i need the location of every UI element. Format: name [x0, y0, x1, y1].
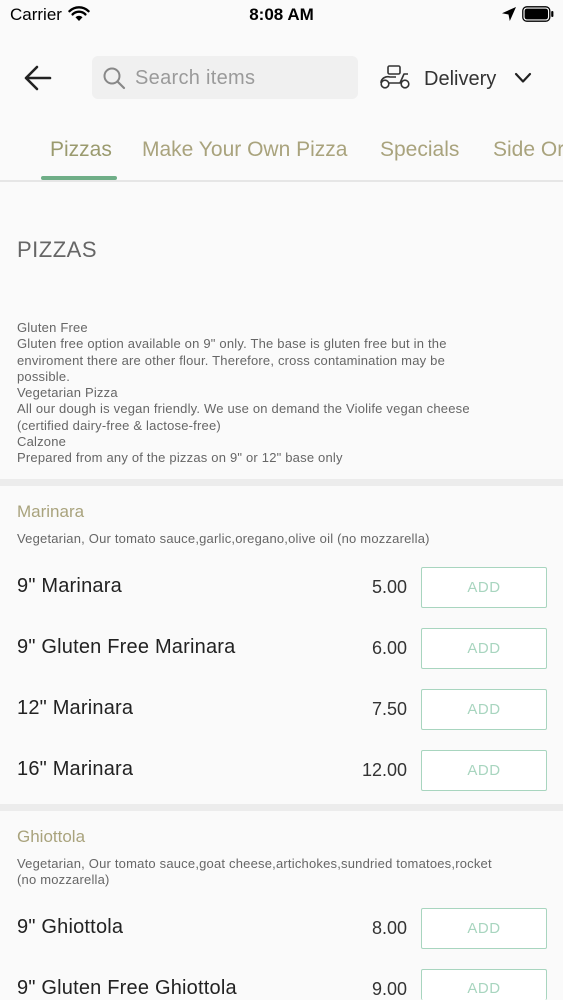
group-title: Ghiottola — [17, 827, 86, 846]
back-arrow-icon — [24, 65, 52, 91]
status-bar: Carrier 8:08 AM — [0, 0, 563, 30]
group-description: Vegetarian, Our tomato sauce,goat cheese… — [17, 856, 547, 889]
item-price: 5.00 — [371, 577, 407, 597]
status-time: 8:08 AM — [249, 5, 314, 24]
section-description-line: possible. — [17, 368, 71, 384]
add-button[interactable]: ADD — [421, 969, 547, 1000]
search-icon — [102, 66, 126, 95]
search-placeholder: Search items — [135, 67, 256, 89]
group-divider — [0, 479, 563, 486]
item-price: 7.50 — [371, 699, 407, 719]
tab-make-your-own-pizza[interactable]: Make Your Own Pizza — [142, 138, 347, 162]
tab-pizzas[interactable]: Pizzas — [50, 138, 112, 162]
item-price: 8.00 — [371, 918, 407, 938]
item-name: 12" Marinara — [17, 697, 134, 719]
group-description-line: (no mozzarella) — [17, 872, 110, 888]
active-tab-indicator — [41, 176, 117, 180]
back-button[interactable] — [22, 62, 58, 94]
section-description-line: All our dough is vegan friendly. We use … — [17, 401, 470, 417]
add-button[interactable]: ADD — [421, 750, 547, 791]
tab-side-orders[interactable]: Side Orders — [493, 138, 563, 162]
scooter-icon — [378, 64, 412, 95]
section-title: PIZZAS — [17, 237, 98, 262]
section-description-line: Vegetarian Pizza — [17, 385, 118, 401]
item-name: 9" Gluten Free Ghiottola — [17, 977, 237, 999]
item-name: 9" Marinara — [17, 575, 122, 597]
group-description: Vegetarian, Our tomato sauce,garlic,oreg… — [17, 531, 547, 547]
section-description-line: Gluten free option available on 9" only.… — [17, 336, 447, 352]
location-arrow-icon — [501, 6, 517, 27]
add-button[interactable]: ADD — [421, 567, 547, 608]
section-description-line: Prepared from any of the pizzas on 9" or… — [17, 450, 343, 466]
group-title: Marinara — [17, 502, 85, 521]
section-description-line: Calzone — [17, 434, 67, 450]
delivery-label: Delivery — [424, 68, 497, 90]
group-divider — [0, 804, 563, 811]
section-description-line: (certified dairy-free & lactose-free) — [17, 417, 221, 433]
section-description: Gluten Free Gluten free option available… — [17, 320, 537, 467]
add-button[interactable]: ADD — [421, 908, 547, 949]
delivery-mode-select[interactable]: Delivery — [378, 60, 538, 96]
item-name: 16" Marinara — [17, 758, 134, 780]
add-button[interactable]: ADD — [421, 628, 547, 669]
item-price: 9.00 — [371, 979, 407, 999]
search-input[interactable]: Search items — [92, 56, 358, 99]
section-description-line: Gluten Free — [17, 320, 88, 335]
item-price: 6.00 — [371, 638, 407, 658]
group-description-line: Vegetarian, Our tomato sauce,goat cheese… — [17, 856, 492, 871]
group-description-line: Vegetarian, Our tomato sauce,garlic,oreg… — [17, 531, 430, 546]
item-name: 9" Ghiottola — [17, 916, 124, 938]
item-name: 9" Gluten Free Marinara — [17, 636, 236, 658]
add-button[interactable]: ADD — [421, 689, 547, 730]
category-tabs: Pizzas Make Your Own Pizza Specials Side… — [0, 120, 563, 182]
chevron-down-icon — [514, 71, 532, 89]
item-price: 12.00 — [361, 760, 407, 780]
tab-specials[interactable]: Specials — [380, 138, 459, 162]
header: Search items Delivery — [0, 56, 563, 100]
battery-icon — [522, 6, 554, 27]
section-description-line: enviroment there are other flour. Theref… — [17, 352, 446, 368]
